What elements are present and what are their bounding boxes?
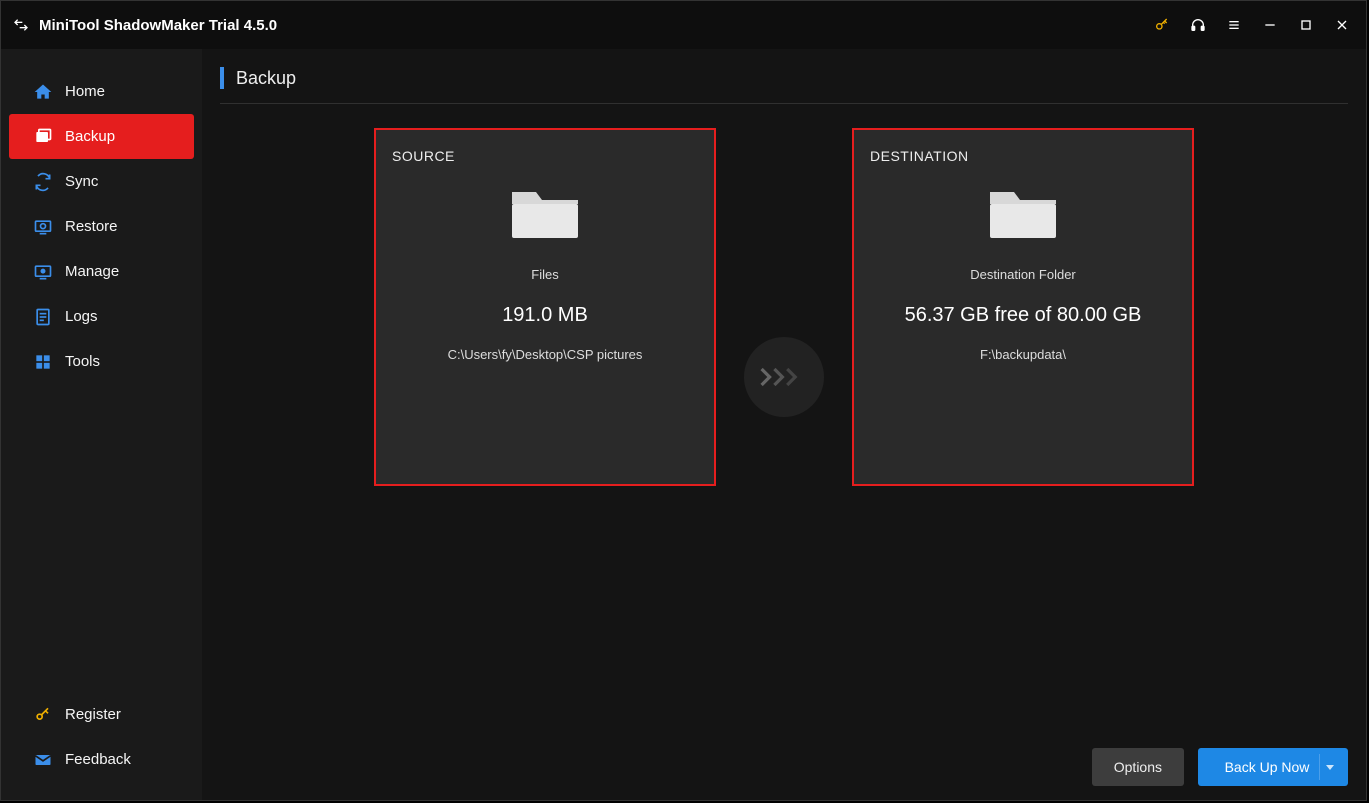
- destination-path: F:\backupdata\: [980, 347, 1066, 362]
- tools-icon: [33, 352, 53, 372]
- home-icon: [33, 82, 53, 102]
- destination-heading: DESTINATION: [870, 148, 1176, 164]
- sidebar-item-home[interactable]: Home: [9, 69, 194, 114]
- sidebar-item-label: Tools: [65, 353, 100, 370]
- destination-card[interactable]: DESTINATION Destination Folder 56.37 GB …: [852, 128, 1194, 486]
- sidebar-item-label: Sync: [65, 173, 98, 190]
- mail-icon: [33, 750, 53, 770]
- main-panel: Backup SOURCE Files 191.0 MB C:\Users\fy…: [202, 49, 1366, 800]
- menu-icon[interactable]: [1224, 15, 1244, 35]
- headphones-icon[interactable]: [1188, 15, 1208, 35]
- title-bar: MiniTool ShadowMaker Trial 4.5.0: [1, 1, 1366, 49]
- destination-free-space: 56.37 GB free of 80.00 GB: [905, 304, 1142, 327]
- title-bar-left: MiniTool ShadowMaker Trial 4.5.0: [11, 15, 277, 35]
- manage-icon: [33, 262, 53, 282]
- source-heading: SOURCE: [392, 148, 698, 164]
- sidebar-item-register[interactable]: Register: [9, 692, 194, 737]
- folder-icon: [508, 182, 582, 247]
- minimize-icon[interactable]: [1260, 15, 1280, 35]
- key-icon[interactable]: [1152, 15, 1172, 35]
- source-type-label: Files: [531, 267, 558, 282]
- sidebar-nav: Home Backup Sync Restore Manage: [1, 69, 202, 384]
- options-button-label: Options: [1114, 759, 1162, 775]
- footer-actions: Options Back Up Now: [1092, 748, 1348, 786]
- destination-card-body: Destination Folder 56.37 GB free of 80.0…: [870, 176, 1176, 466]
- sidebar-bottom: Register Feedback: [1, 692, 202, 782]
- sidebar-item-restore[interactable]: Restore: [9, 204, 194, 249]
- sidebar-item-sync[interactable]: Sync: [9, 159, 194, 204]
- backup-now-button[interactable]: Back Up Now: [1198, 748, 1348, 786]
- sidebar-item-backup[interactable]: Backup: [9, 114, 194, 159]
- app-title: MiniTool ShadowMaker Trial 4.5.0: [39, 17, 277, 34]
- sidebar-item-logs[interactable]: Logs: [9, 294, 194, 339]
- source-card-body: Files 191.0 MB C:\Users\fy\Desktop\CSP p…: [392, 176, 698, 466]
- backup-cards-row: SOURCE Files 191.0 MB C:\Users\fy\Deskto…: [220, 128, 1348, 486]
- dropdown-caret-icon[interactable]: [1322, 748, 1338, 786]
- folder-icon: [986, 182, 1060, 247]
- sidebar-item-manage[interactable]: Manage: [9, 249, 194, 294]
- options-button[interactable]: Options: [1092, 748, 1184, 786]
- title-bar-right: [1152, 15, 1352, 35]
- restore-icon: [33, 217, 53, 237]
- key-icon: [33, 705, 53, 725]
- page-header: Backup: [220, 67, 1348, 104]
- header-accent-bar: [220, 67, 224, 89]
- source-card[interactable]: SOURCE Files 191.0 MB C:\Users\fy\Deskto…: [374, 128, 716, 486]
- arrow-indicator: [744, 337, 824, 417]
- sidebar-item-label: Register: [65, 706, 121, 723]
- sidebar-item-label: Home: [65, 83, 105, 100]
- button-separator: [1319, 754, 1320, 780]
- sidebar-item-tools[interactable]: Tools: [9, 339, 194, 384]
- sidebar-item-label: Manage: [65, 263, 119, 280]
- sync-icon: [33, 172, 53, 192]
- sidebar-item-label: Restore: [65, 218, 118, 235]
- logs-icon: [33, 307, 53, 327]
- source-size: 191.0 MB: [502, 304, 588, 327]
- sidebar-item-label: Logs: [65, 308, 98, 325]
- page-title: Backup: [236, 68, 296, 89]
- app-window: MiniTool ShadowMaker Trial 4.5.0: [0, 0, 1367, 801]
- destination-type-label: Destination Folder: [970, 267, 1076, 282]
- sidebar: Home Backup Sync Restore Manage: [1, 49, 202, 800]
- sidebar-item-label: Backup: [65, 128, 115, 145]
- app-body: Home Backup Sync Restore Manage: [1, 49, 1366, 800]
- close-icon[interactable]: [1332, 15, 1352, 35]
- app-logo-icon: [11, 15, 31, 35]
- sidebar-item-feedback[interactable]: Feedback: [9, 737, 194, 782]
- backup-icon: [33, 127, 53, 147]
- sidebar-item-label: Feedback: [65, 751, 131, 768]
- maximize-icon[interactable]: [1296, 15, 1316, 35]
- source-path: C:\Users\fy\Desktop\CSP pictures: [448, 347, 643, 362]
- backup-now-label: Back Up Now: [1225, 759, 1310, 775]
